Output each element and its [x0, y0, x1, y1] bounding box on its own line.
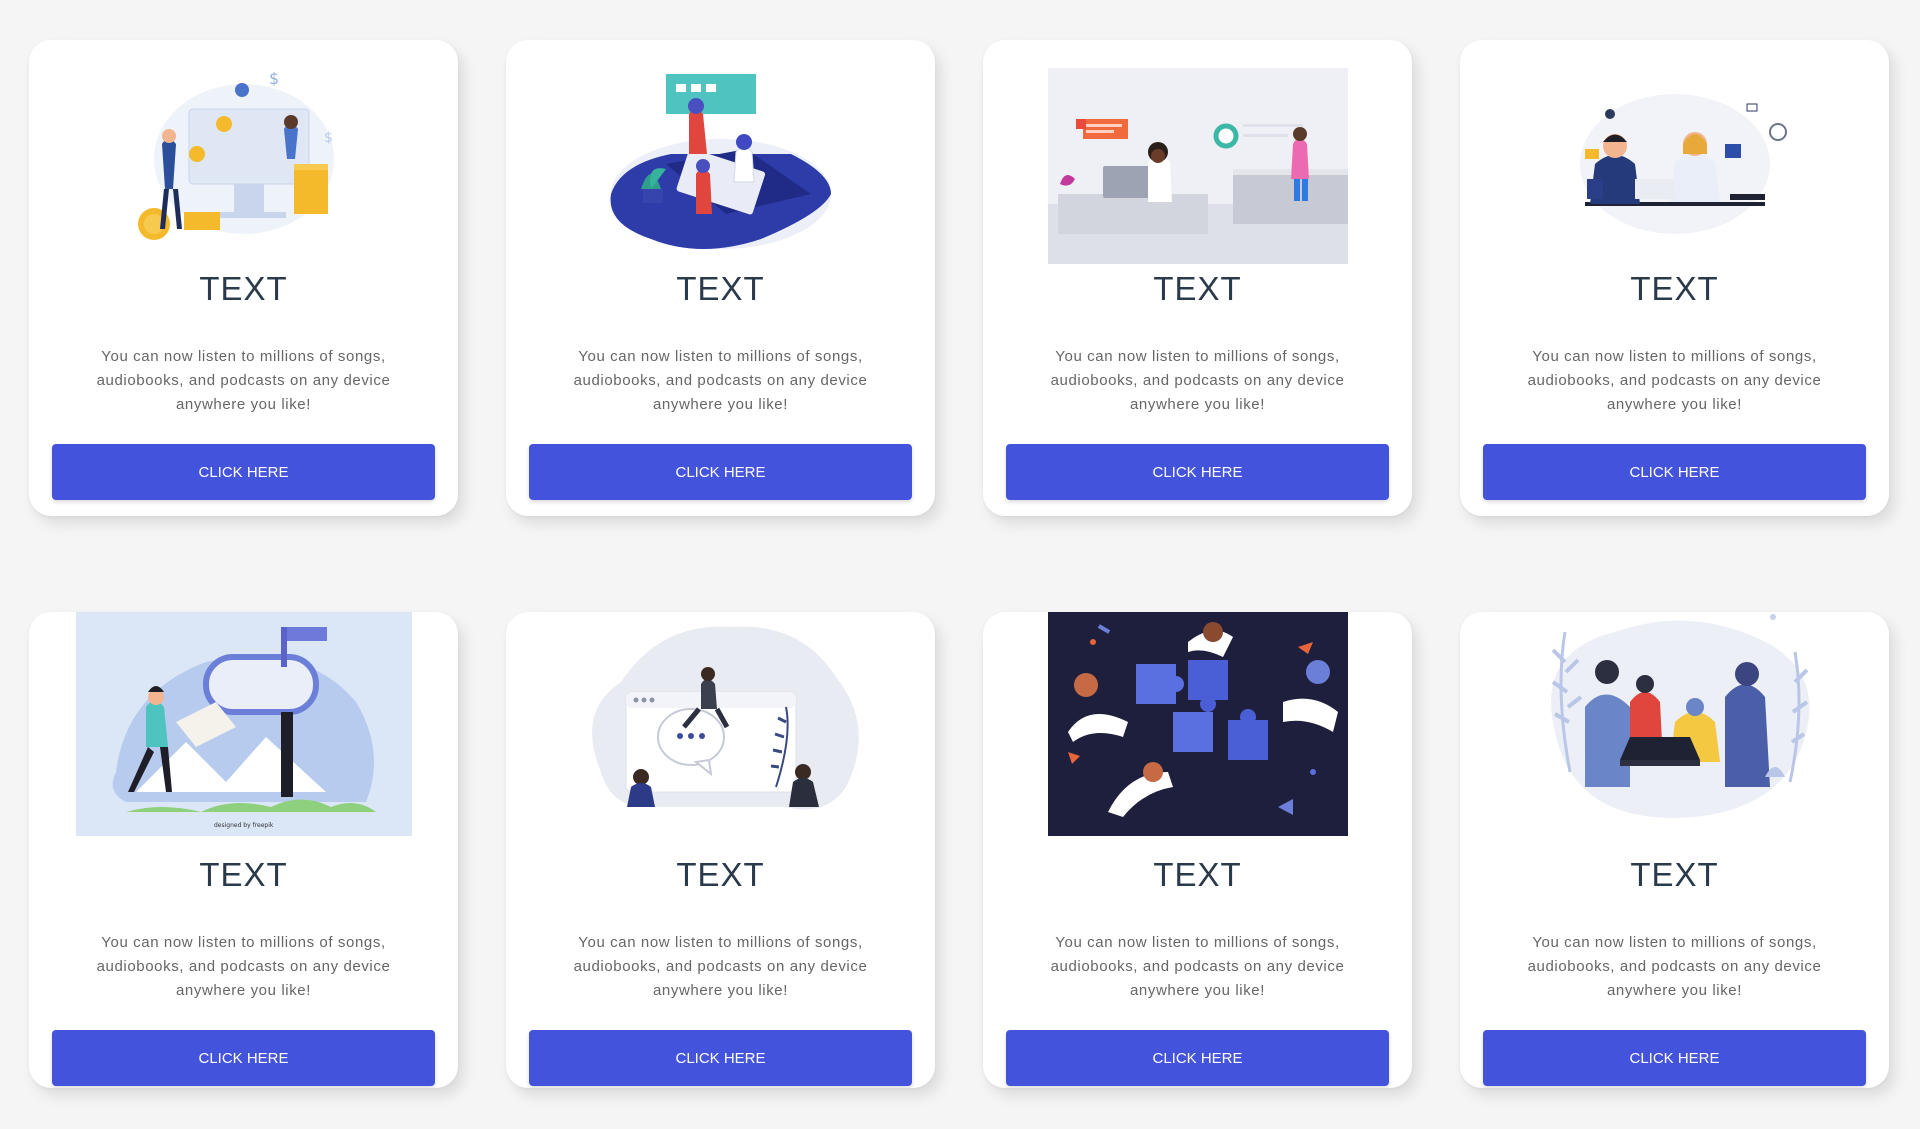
- click-here-button[interactable]: CLICK HERE: [1483, 1030, 1866, 1086]
- illustration-chat-icon: [571, 612, 871, 836]
- card-2: TEXT You can now listen to millions of s…: [506, 40, 935, 516]
- card-4: TEXT You can now listen to millions of s…: [1460, 40, 1889, 516]
- click-here-button[interactable]: CLICK HERE: [52, 1030, 435, 1086]
- card-7: TEXT You can now listen to millions of s…: [983, 612, 1412, 1088]
- illustration-support-icon: [1525, 54, 1825, 264]
- illustration-teamwork-icon: [571, 54, 871, 264]
- svg-text:$: $: [269, 69, 279, 88]
- card-text: You can now listen to millions of songs,…: [96, 934, 391, 999]
- card-8: TEXT You can now listen to millions of s…: [1460, 612, 1889, 1088]
- card-text: You can now listen to millions of songs,…: [1527, 934, 1822, 999]
- click-here-button[interactable]: CLICK HERE: [529, 444, 912, 500]
- click-here-button[interactable]: CLICK HERE: [1006, 444, 1389, 500]
- card-text: You can now listen to millions of songs,…: [1050, 348, 1345, 413]
- card-1: $ $ TEXT You can now listen to millions …: [29, 40, 458, 516]
- click-here-button[interactable]: CLICK HERE: [1483, 444, 1866, 500]
- card-title: TEXT: [1630, 856, 1719, 893]
- card-title: TEXT: [676, 856, 765, 893]
- card-3: TEXT You can now listen to millions of s…: [983, 40, 1412, 516]
- illustration-payments-icon: $ $: [94, 54, 394, 264]
- illustration-mailbox-icon: designed by freepik: [75, 612, 412, 836]
- illustration-office-icon: [1047, 54, 1348, 264]
- illustration-puzzle-icon: [1047, 612, 1348, 836]
- click-here-button[interactable]: CLICK HERE: [52, 444, 435, 500]
- card-text: You can now listen to millions of songs,…: [1050, 934, 1345, 999]
- card-title: TEXT: [676, 270, 765, 307]
- svg-text:$: $: [324, 130, 333, 146]
- card-title: TEXT: [1153, 856, 1242, 893]
- card-title: TEXT: [1630, 270, 1719, 307]
- card-6: TEXT You can now listen to millions of s…: [506, 612, 935, 1088]
- click-here-button[interactable]: CLICK HERE: [1006, 1030, 1389, 1086]
- click-here-button[interactable]: CLICK HERE: [529, 1030, 912, 1086]
- card-text: You can now listen to millions of songs,…: [573, 934, 868, 999]
- card-title: TEXT: [199, 856, 288, 893]
- illustration-meeting-icon: [1525, 612, 1825, 836]
- card-title: TEXT: [199, 270, 288, 307]
- cards-grid: $ $ TEXT You can now listen to millions …: [29, 40, 1889, 1088]
- svg-text:designed by freepik: designed by freepik: [214, 822, 274, 829]
- card-text: You can now listen to millions of songs,…: [573, 348, 868, 413]
- card-text: You can now listen to millions of songs,…: [1527, 348, 1822, 413]
- card-text: You can now listen to millions of songs,…: [96, 348, 391, 413]
- card-title: TEXT: [1153, 270, 1242, 307]
- card-5: designed by freepik TEXT You can now lis…: [29, 612, 458, 1088]
